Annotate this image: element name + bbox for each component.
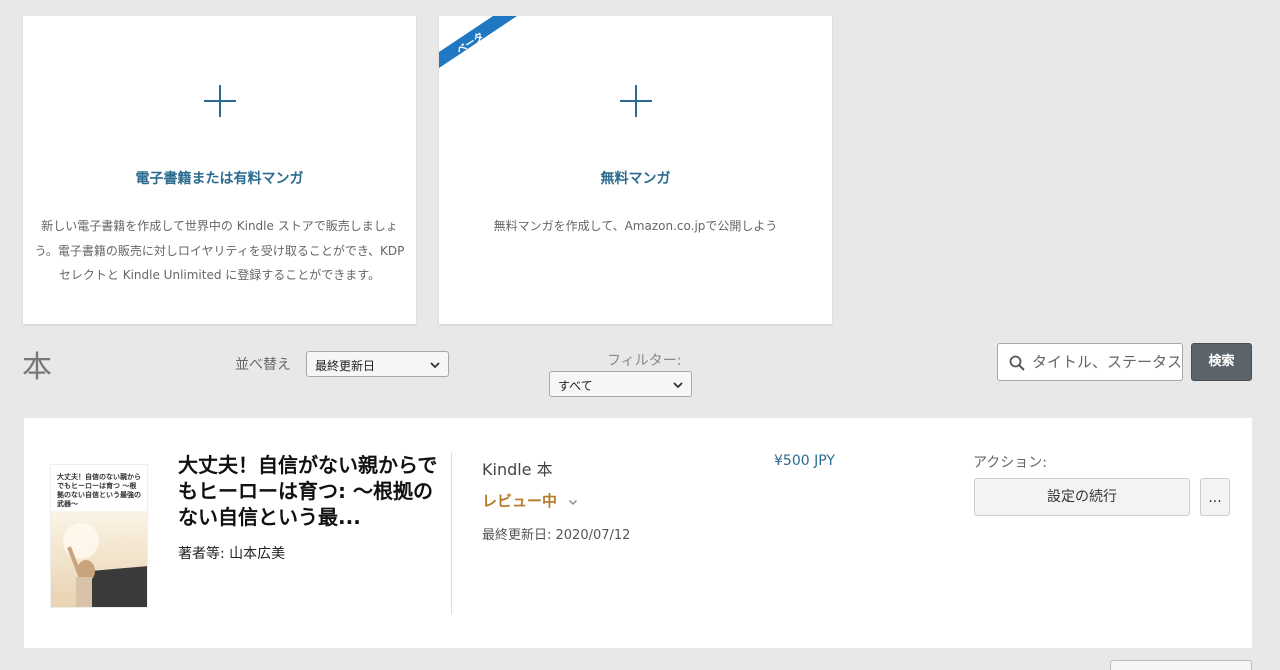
book-format: Kindle 本 (482, 460, 553, 479)
create-free-manga-description: 無料マンガを作成して、Amazon.co.jpで公開しよう (493, 219, 778, 233)
more-actions-button[interactable]: ... (1200, 478, 1230, 516)
actions-label: アクション: (973, 455, 1048, 471)
divider (451, 452, 452, 614)
create-ebook-card[interactable]: 電子書籍または有料マンガ 新しい電子書籍を作成して世界中の Kindle ストア… (23, 16, 416, 324)
plus-icon (619, 85, 652, 117)
filter-label: フィルター: (607, 353, 682, 369)
book-row: 大丈夫！自信のない親からでもヒーローは育つ ～根拠のない自信という最強の武器～ … (24, 418, 1252, 648)
plus-icon (203, 85, 236, 117)
sort-selected-value: 最終更新日 (315, 359, 376, 373)
cover-text: 大丈夫！自信のない親からでもヒーローは育つ ～根拠のない自信という最強の武器～ (57, 473, 141, 508)
create-ebook-description: 新しい電子書籍を作成して世界中の Kindle ストアで販売しましょう。電子書籍… (34, 219, 405, 282)
create-free-manga-title[interactable]: 無料マンガ (439, 168, 832, 188)
search-icon (1009, 355, 1025, 371)
sort-select[interactable]: 最終更新日 (306, 351, 449, 377)
beta-badge: ベータ (439, 16, 519, 68)
sort-label: 並べ替え (235, 357, 291, 373)
section-title: 本 (22, 350, 52, 385)
search-box[interactable] (997, 343, 1183, 381)
chevron-down-icon (430, 362, 440, 369)
filter-selected-value: すべて (558, 379, 593, 393)
next-row-control[interactable] (1110, 660, 1252, 670)
book-cover[interactable]: 大丈夫！自信のない親からでもヒーローは育つ ～根拠のない自信という最強の武器～ (50, 464, 148, 608)
create-ebook-title[interactable]: 電子書籍または有料マンガ (23, 168, 416, 188)
filter-select[interactable]: すべて (549, 371, 692, 397)
book-author: 著者等: 山本広美 (178, 546, 286, 562)
book-price: ¥500 JPY (774, 453, 835, 469)
status-dropdown[interactable]: レビュー中 (482, 490, 578, 511)
create-free-manga-card[interactable]: ベータ 無料マンガ 無料マンガを作成して、Amazon.co.jpで公開しよう (439, 16, 832, 324)
status-label: レビュー中 (482, 492, 558, 510)
continue-setup-button[interactable]: 設定の続行 (974, 478, 1190, 516)
chevron-down-icon (569, 499, 578, 505)
cover-photo (51, 511, 147, 607)
last-updated: 最終更新日: 2020/07/12 (482, 528, 631, 543)
book-title[interactable]: 大丈夫！自信がない親からでもヒーローは育つ: ～根拠のない自信という最... (178, 452, 450, 530)
chevron-down-icon (673, 382, 683, 389)
search-button[interactable]: 検索 (1191, 343, 1252, 381)
search-input[interactable] (1032, 344, 1182, 380)
